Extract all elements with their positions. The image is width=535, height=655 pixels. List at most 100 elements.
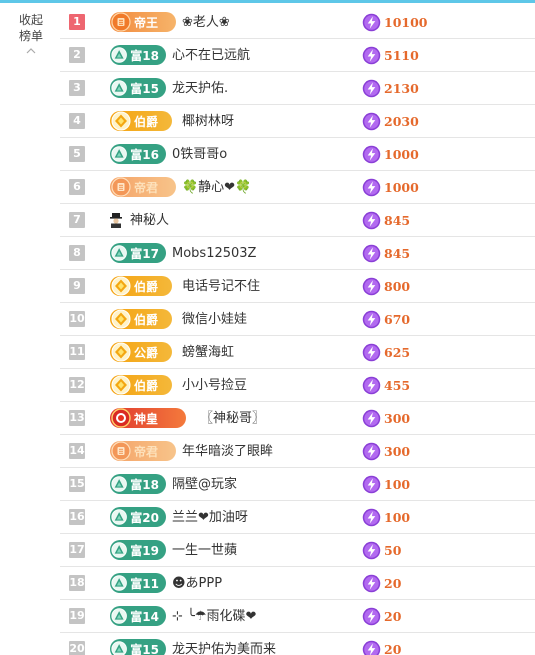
leaderboard-row[interactable]: 18 富11 ☻あPPP 20	[60, 567, 535, 600]
score-value: 845	[384, 246, 411, 261]
lightning-bolt-icon	[362, 442, 381, 461]
badge-label: 帝君	[134, 180, 159, 195]
fu-badge-icon	[111, 509, 127, 525]
contribution-score: 20	[362, 640, 401, 655]
user-nickname[interactable]: 小小号捡豆	[182, 377, 247, 394]
contribution-score: 20	[362, 574, 401, 593]
user-nickname[interactable]: 🍀静心❤🍀	[182, 179, 251, 196]
user-nickname[interactable]: 微信小娃娃	[182, 311, 247, 328]
user-nickname[interactable]: ❀老人❀	[182, 14, 230, 31]
collapse-label-line2: 榜单	[18, 29, 43, 43]
fu-badge-icon	[111, 641, 127, 655]
user-nickname[interactable]: 电话号记不住	[182, 278, 260, 295]
user-nickname[interactable]: 龙天护佑.	[172, 80, 228, 97]
leaderboard-row[interactable]: 19 富14 ⊹ ╰☂雨化碟❤ 20	[60, 600, 535, 633]
lightning-bolt-icon	[362, 475, 381, 494]
score-value: 100	[384, 510, 411, 525]
user-nickname[interactable]: 椰树林呀	[182, 113, 234, 130]
leaderboard-row[interactable]: 6 帝君 🍀静心❤🍀 1000	[60, 171, 535, 204]
contribution-score: 670	[362, 310, 410, 329]
collapse-label-line1: 收起	[18, 13, 43, 27]
user-nickname[interactable]: 螃蟹海虹	[182, 344, 234, 361]
bo-level-badge: 公爵	[110, 342, 172, 362]
lightning-bolt-icon	[362, 79, 381, 98]
score-value: 1000	[384, 180, 419, 195]
leaderboard-row[interactable]: 11 公爵 螃蟹海虹 625	[60, 336, 535, 369]
user-nickname[interactable]: 一生一世蘋	[172, 542, 237, 559]
leaderboard-row[interactable]: 20 富15 龙天护佑为美而来 20	[60, 633, 535, 655]
score-value: 20	[384, 609, 402, 624]
leaderboard-row[interactable]: 12 伯爵 小小号捡豆 455	[60, 369, 535, 402]
score-value: 50	[384, 543, 402, 558]
rank-number: 11	[69, 344, 85, 360]
collapse-list-button[interactable]: 收起 榜单	[8, 12, 54, 56]
score-value: 845	[384, 213, 411, 228]
user-nickname[interactable]: 0铁哥哥o	[172, 146, 227, 163]
leaderboard-row[interactable]: 7 神秘人 845	[60, 204, 535, 237]
badge-label: 伯爵	[134, 378, 159, 393]
rank-number: 10	[69, 311, 85, 327]
lightning-bolt-icon	[362, 508, 381, 527]
fu-level-badge: 富15	[110, 78, 166, 98]
user-nickname[interactable]: 兰兰❤加油呀	[172, 509, 248, 526]
badge-label: 伯爵	[134, 114, 159, 129]
badge-label: 富11	[130, 576, 159, 591]
leaderboard-row[interactable]: 5 富16 0铁哥哥o 1000	[60, 138, 535, 171]
lightning-bolt-icon	[362, 211, 381, 230]
user-nickname[interactable]: 隔壁@玩家	[172, 476, 237, 493]
leaderboard-row[interactable]: 9 伯爵 电话号记不住 800	[60, 270, 535, 303]
fu-level-badge: 富15	[110, 639, 166, 655]
user-nickname[interactable]: ⊹ ╰☂雨化碟❤	[172, 608, 256, 625]
rank-number: 8	[69, 245, 85, 261]
fu-level-badge: 富20	[110, 507, 166, 527]
contribution-score: 455	[362, 376, 410, 395]
leaderboard-row[interactable]: 1 帝王 ❀老人❀ 10100	[60, 6, 535, 39]
contribution-score: 300	[362, 409, 410, 428]
leaderboard-row[interactable]: 14 帝君 年华暗淡了眼眸 300	[60, 435, 535, 468]
badge-label: 帝君	[134, 444, 159, 459]
badge-label: 富17	[130, 246, 159, 261]
score-value: 800	[384, 279, 411, 294]
leaderboard-row[interactable]: 15 富18 隔壁@玩家 100	[60, 468, 535, 501]
leaderboard-row[interactable]: 13 神皇 〖神秘哥〗 300	[60, 402, 535, 435]
contribution-score: 20	[362, 607, 401, 626]
lightning-bolt-icon	[362, 310, 381, 329]
fu-badge-icon	[111, 575, 127, 591]
leaderboard-row[interactable]: 3 富15 龙天护佑. 2130	[60, 72, 535, 105]
bo-badge-icon	[111, 309, 131, 329]
badge-label: 富20	[130, 510, 159, 525]
score-value: 2130	[384, 81, 419, 96]
leaderboard-row[interactable]: 10 伯爵 微信小娃娃 670	[60, 303, 535, 336]
leaderboard-row[interactable]: 2 富18 心不在已远航 5110	[60, 39, 535, 72]
score-value: 20	[384, 576, 402, 591]
user-nickname[interactable]: 心不在已远航	[172, 47, 250, 64]
score-value: 300	[384, 411, 411, 426]
top-accent-bar	[0, 0, 535, 3]
shen-badge-icon	[111, 408, 131, 428]
score-value: 5110	[384, 48, 419, 63]
user-nickname[interactable]: 〖神秘哥〗	[200, 410, 265, 427]
user-nickname[interactable]: 龙天护佑为美而来	[172, 641, 276, 655]
lightning-bolt-icon	[362, 409, 381, 428]
lightning-bolt-icon	[362, 541, 381, 560]
user-nickname[interactable]: Mobs12503Z	[172, 245, 256, 262]
leaderboard-row[interactable]: 4 伯爵 椰树林呀 2030	[60, 105, 535, 138]
bo-badge-icon	[111, 111, 131, 131]
leaderboard-row[interactable]: 17 富19 一生一世蘋 50	[60, 534, 535, 567]
score-value: 20	[384, 642, 402, 655]
user-nickname[interactable]: 神秘人	[130, 212, 169, 229]
lightning-bolt-icon	[362, 112, 381, 131]
contribution-score: 800	[362, 277, 410, 296]
user-nickname[interactable]: 年华暗淡了眼眸	[182, 443, 273, 460]
lightning-bolt-icon	[362, 244, 381, 263]
fu-level-badge: 富18	[110, 45, 166, 65]
leaderboard-row[interactable]: 16 富20 兰兰❤加油呀 100	[60, 501, 535, 534]
user-nickname[interactable]: ☻あPPP	[172, 575, 222, 592]
leaderboard-row[interactable]: 8 富17 Mobs12503Z 845	[60, 237, 535, 270]
badge-label: 伯爵	[134, 279, 159, 294]
contribution-score: 1000	[362, 178, 419, 197]
bo-badge-icon	[111, 375, 131, 395]
fu-badge-icon	[111, 146, 127, 162]
bo-badge-icon	[111, 342, 131, 362]
chevron-up-icon	[26, 48, 36, 54]
